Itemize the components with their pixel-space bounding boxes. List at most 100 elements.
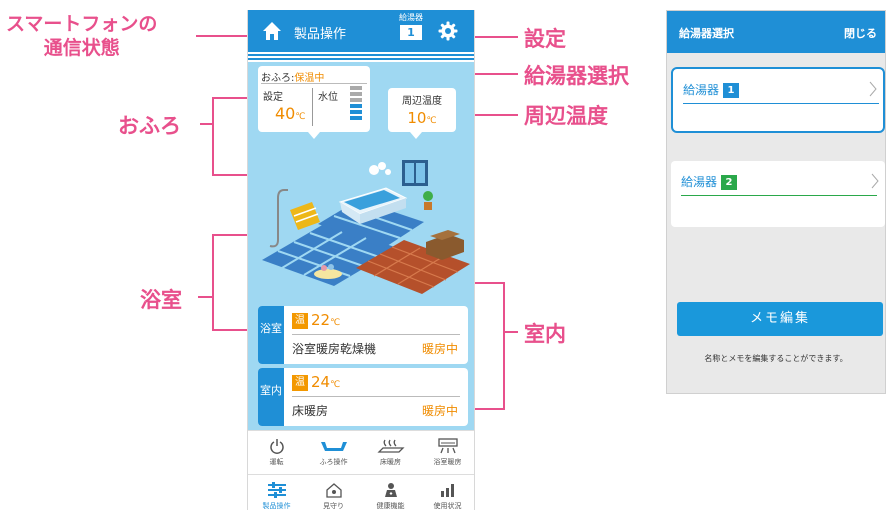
op-bath-label: ふろ操作 — [319, 458, 348, 466]
ambient-temp-value: 10 — [407, 109, 427, 127]
gear-icon[interactable] — [438, 21, 458, 41]
nav-watch[interactable]: 見守り — [305, 475, 362, 510]
temp-bubble-tail — [410, 132, 422, 139]
indoor-temp: 温 24℃ — [292, 373, 340, 391]
callout-line-indoor-v — [503, 282, 505, 410]
bath-set-temp: 40℃ — [275, 104, 305, 123]
heater-1-label: 給湯器 — [683, 83, 720, 97]
callout-settings: 設定 — [524, 27, 566, 51]
operation-bar: 運転 ふろ操作 床暖房 浴室暖房 — [248, 430, 474, 474]
bathtub-icon — [320, 442, 347, 451]
nav-usage-label: 使用状況 — [433, 502, 462, 510]
callout-line-indoor-stub — [503, 331, 518, 333]
bathroom-temp-unit: ℃ — [330, 318, 341, 328]
callout-indoor: 室内 — [524, 322, 566, 346]
heater-2-number: 2 — [721, 175, 738, 190]
callout-ambient-temp: 周辺温度 — [524, 104, 608, 128]
sliders-icon — [267, 482, 286, 498]
callout-line-settings — [470, 36, 518, 38]
callout-line-bathroom-v — [212, 234, 214, 330]
callout-bathroom: 浴室 — [140, 288, 182, 312]
ambient-temp-bubble: 周辺温度 10℃ — [388, 88, 456, 139]
bottom-nav: 製品操作 見守り 健康機能 使用状況 — [248, 474, 474, 510]
indoor-temp-value: 24 — [311, 373, 331, 391]
op-floor-heat-label: 床暖房 — [380, 458, 401, 466]
heater-1-number: 1 — [723, 83, 740, 98]
chevron-right-icon — [869, 81, 877, 97]
callout-comm-status-line1: スマートフォンの — [6, 13, 158, 35]
callout-line-ambient — [470, 114, 518, 116]
callout-bath: おふろ — [118, 114, 181, 138]
close-button[interactable]: 閉じる — [844, 25, 877, 41]
bath-status-row: おふろ:保温中 — [261, 69, 324, 84]
op-floor-heat-button[interactable]: 床暖房 — [362, 431, 419, 475]
callout-comm-status: スマートフォンの 通信状態 — [6, 12, 157, 60]
indoor-divider — [292, 396, 460, 397]
nav-usage[interactable]: 使用状況 — [419, 475, 474, 510]
heater-2-title: 給湯器 2 — [681, 173, 738, 190]
callout-heater-select: 給湯器選択 — [524, 64, 629, 88]
home-illustration — [262, 160, 470, 294]
callout-line-bathroom-stub — [198, 296, 212, 298]
bathroom-side-label: 浴室 — [258, 306, 284, 364]
chevron-right-icon — [871, 173, 879, 189]
panel-header: 給湯器選択 閉じる — [667, 11, 885, 53]
op-power-button[interactable]: 運転 — [248, 431, 305, 475]
callout-line-bath-stub — [200, 123, 212, 125]
heater-2-label: 給湯器 — [681, 175, 718, 189]
home-icon[interactable] — [262, 21, 282, 41]
bathroom-temp: 温 22℃ — [292, 311, 340, 329]
indoor-card[interactable]: 室内 温 24℃ 床暖房 暖房中 — [258, 368, 468, 426]
bath-heater-icon — [437, 438, 458, 454]
heater-2-underline — [681, 195, 877, 196]
bath-divider — [261, 83, 367, 84]
heater-select-label: 給湯器 — [399, 13, 423, 22]
heater-1-title: 給湯器 1 — [683, 81, 740, 98]
bathroom-temp-badge: 温 — [292, 313, 308, 329]
bathroom-card[interactable]: 浴室 温 22℃ 浴室暖房乾燥機 暖房中 — [258, 306, 468, 364]
panel-title: 給湯器選択 — [679, 27, 734, 40]
memo-edit-button[interactable]: メモ編集 — [677, 302, 883, 336]
bathroom-temp-value: 22 — [311, 311, 331, 329]
health-person-icon — [384, 483, 397, 497]
app-header: 製品操作 給湯器 1 — [248, 10, 474, 52]
heater-select-button[interactable]: 給湯器 1 — [394, 13, 428, 40]
heater-1-underline — [683, 103, 879, 104]
ambient-temp-unit: ℃ — [426, 116, 437, 126]
page-title: 製品操作 — [294, 27, 347, 42]
callout-line-bath-v — [212, 97, 214, 175]
bath-vertical-divider — [312, 88, 313, 126]
bath-bubble-tail — [308, 132, 320, 139]
indoor-state: 暖房中 — [421, 404, 458, 418]
op-bath-button[interactable]: ふろ操作 — [305, 431, 362, 475]
op-power-label: 運転 — [269, 458, 284, 466]
heater-2-card[interactable]: 給湯器 2 — [671, 161, 885, 227]
op-bath-heater-button[interactable]: 浴室暖房 — [419, 431, 474, 475]
memo-note: 名称とメモを編集することができます。 — [704, 354, 848, 363]
nav-product-control[interactable]: 製品操作 — [248, 475, 305, 510]
op-bath-heater-label: 浴室暖房 — [433, 458, 462, 466]
heater-1-card[interactable]: 給湯器 1 — [671, 67, 885, 133]
indoor-temp-badge: 温 — [292, 375, 308, 391]
bathroom-state: 暖房中 — [421, 342, 458, 356]
nav-watch-label: 見守り — [323, 502, 344, 510]
nav-health[interactable]: 健康機能 — [362, 475, 419, 510]
phone-screen: 製品操作 給湯器 1 おふろ:保温中 設定 40℃ 水位 周辺温度 10℃ 浴室… — [247, 10, 475, 510]
ambient-temp-label: 周辺温度 — [402, 96, 442, 107]
bath-status-bubble[interactable]: おふろ:保温中 設定 40℃ 水位 — [258, 66, 370, 139]
power-icon — [269, 439, 284, 454]
watch-house-icon — [325, 483, 342, 498]
nav-product-control-label: 製品操作 — [262, 502, 291, 510]
header-divider — [248, 52, 474, 62]
bath-set-unit: ℃ — [295, 112, 306, 122]
bath-level-label: 水位 — [318, 92, 338, 103]
nav-health-label: 健康機能 — [376, 502, 405, 510]
indoor-side-label: 室内 — [258, 368, 284, 426]
indoor-temp-unit: ℃ — [330, 380, 341, 390]
ambient-temp: 10℃ — [388, 109, 456, 127]
water-level-gauge-icon — [350, 86, 362, 128]
bathroom-device: 浴室暖房乾燥機 — [292, 342, 377, 356]
callout-comm-status-line2: 通信状態 — [43, 37, 120, 59]
callout-line-comm — [196, 35, 252, 37]
heater-select-number: 1 — [400, 25, 422, 40]
